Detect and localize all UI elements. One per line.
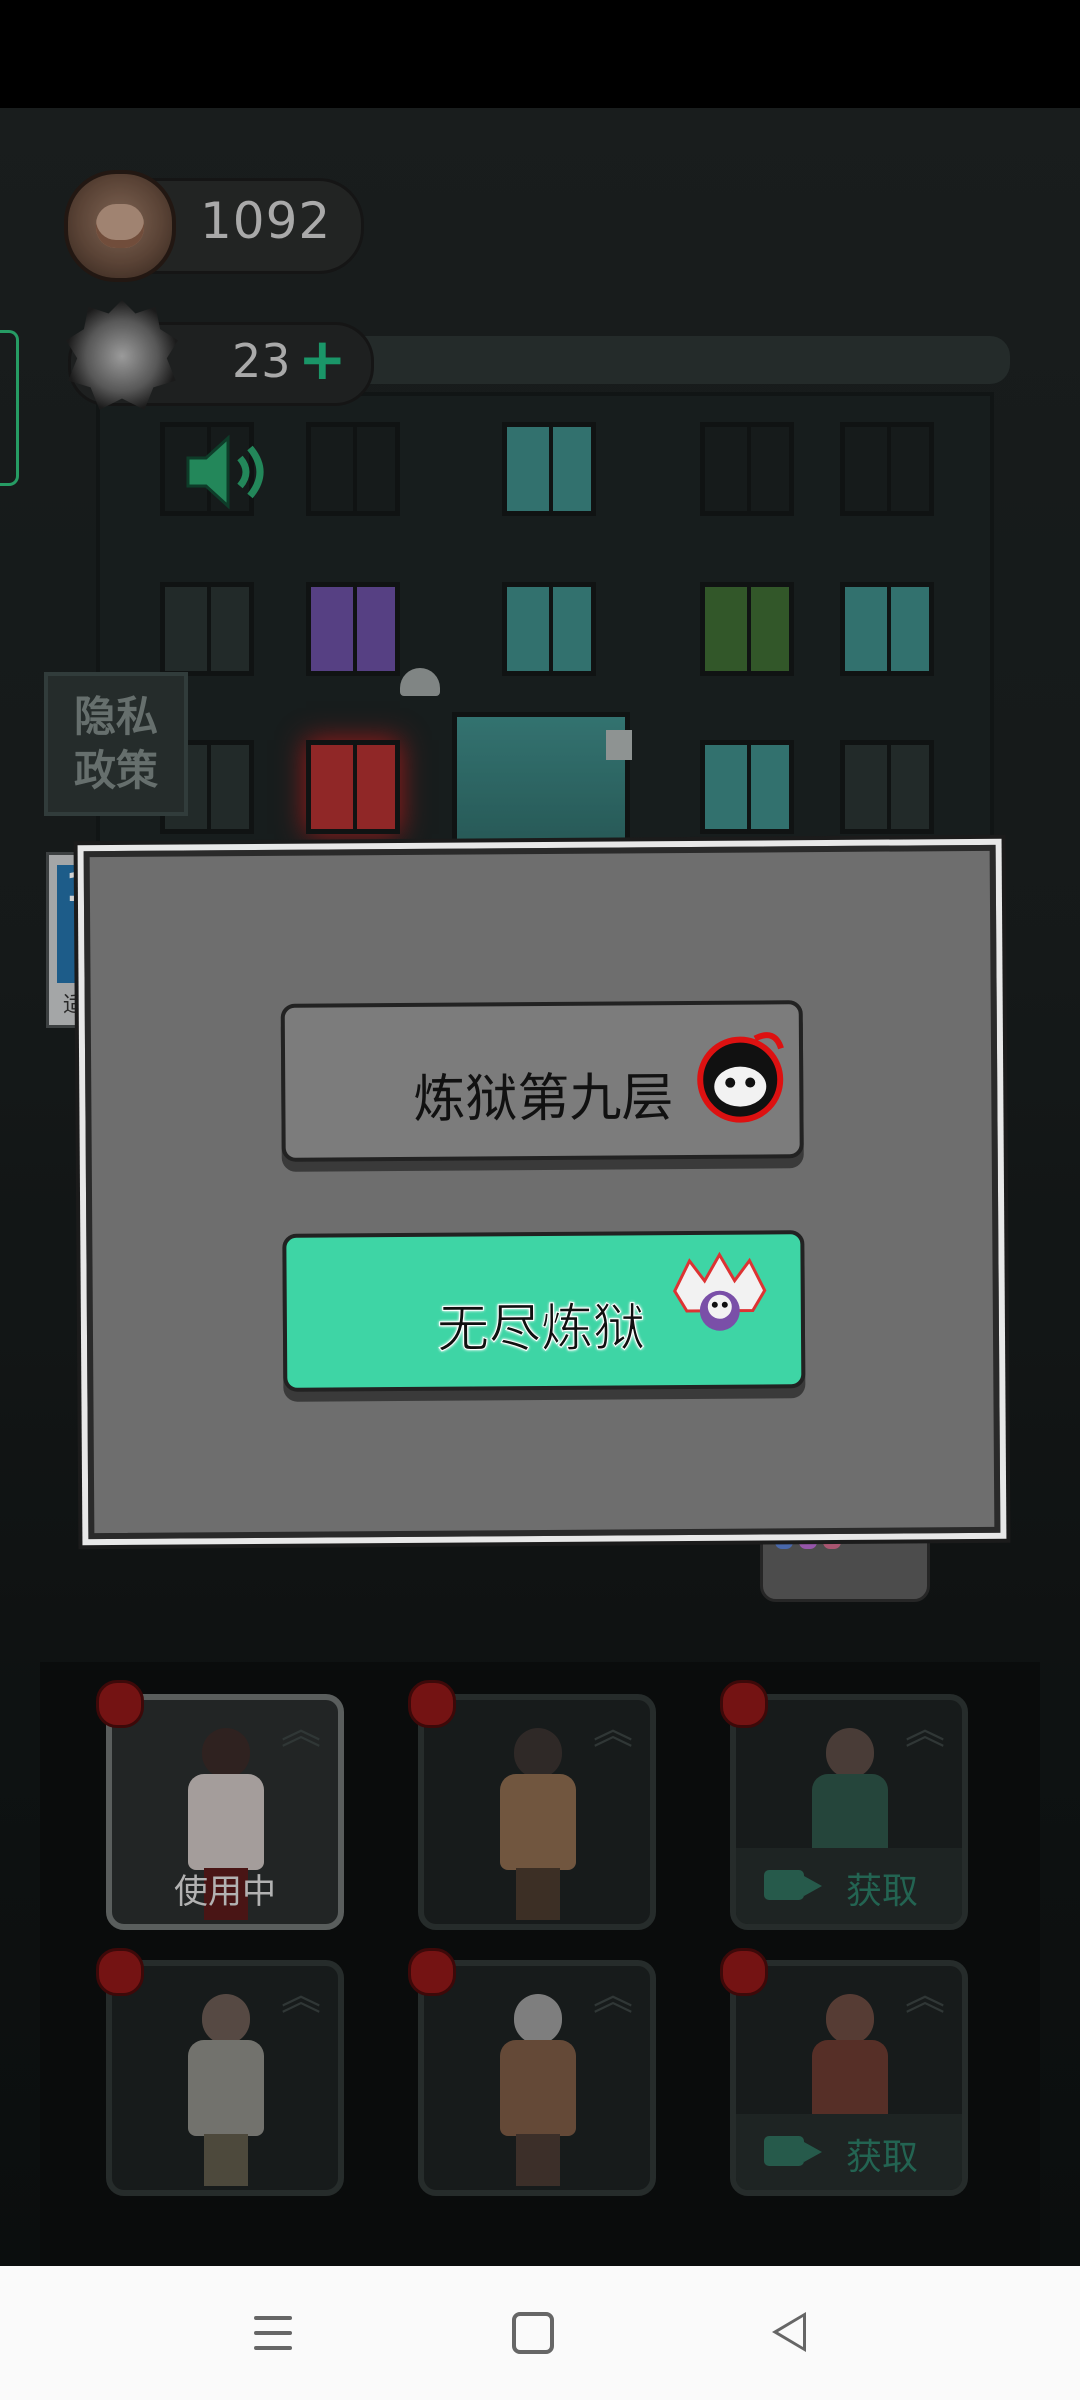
window [840, 740, 934, 834]
coin-value: 1092 [200, 192, 332, 250]
video-camera-icon [764, 2136, 822, 2166]
status-bar [0, 0, 1080, 108]
upgrade-chevron-icon: ︽ [905, 1707, 945, 1753]
upgrade-chevron-icon: ︽ [905, 1973, 945, 2019]
character-avatar [482, 1994, 592, 2190]
notification-dot [96, 1948, 144, 1996]
privacy-policy-label: 隐私 政策 [73, 692, 158, 795]
arcade-machine [760, 1526, 930, 1602]
notification-dot [96, 1680, 144, 1728]
ticket-value: 23 [232, 334, 291, 388]
upgrade-chevron-icon: ︽ [281, 1973, 321, 2019]
notification-dot [408, 1948, 456, 1996]
character-avatar [170, 1994, 280, 2190]
character-card-3[interactable]: ︽ 获取 [730, 1694, 968, 1930]
window [700, 740, 794, 834]
notification-dot [720, 1948, 768, 1996]
window [160, 582, 254, 676]
menu-icon[interactable] [248, 2306, 302, 2360]
character-card-5[interactable]: ︽ [418, 1960, 656, 2196]
window [700, 422, 794, 516]
white-haired-ghost-icon [672, 1251, 767, 1331]
privacy-policy-button[interactable]: 隐私 政策 [44, 672, 188, 816]
character-card-6[interactable]: ︽ 获取 [730, 1960, 968, 2196]
notification-dot [408, 1680, 456, 1728]
speaker-icon[interactable] [184, 432, 274, 512]
mode-select-dialog: 炼狱第九层 无尽炼狱 [83, 844, 1001, 1540]
coin-icon [64, 170, 176, 282]
character-card-2[interactable]: ︽ [418, 1694, 656, 1930]
get-label: 获取 [846, 2137, 919, 2178]
get-button[interactable]: 获取 [736, 2114, 962, 2190]
in-use-label: 使用中 [174, 1872, 276, 1912]
character-card-4[interactable]: ︽ [106, 1960, 344, 2196]
upgrade-chevron-icon: ︽ [281, 1707, 321, 1753]
window [502, 422, 596, 516]
upgrade-chevron-icon: ︽ [593, 1707, 633, 1753]
get-button[interactable]: 获取 [736, 1848, 962, 1924]
side-tab[interactable] [0, 330, 19, 486]
window-ghost-girl [306, 582, 400, 676]
system-navigation-bar [0, 2266, 1080, 2400]
window [840, 422, 934, 516]
character-card-1[interactable]: ︽ 使用中 [106, 1694, 344, 1930]
endless-hell-label: 无尽炼狱 [436, 1298, 646, 1360]
window [502, 582, 596, 676]
back-icon[interactable] [772, 2312, 806, 2352]
age-rating-text: 适 [63, 993, 86, 1018]
home-icon[interactable] [512, 2312, 554, 2354]
endless-hell-button[interactable]: 无尽炼狱 [282, 1230, 806, 1392]
ninth-hell-label: 炼狱第九层 [413, 1068, 674, 1130]
plus-icon[interactable]: + [298, 330, 347, 388]
window-green-monster [700, 582, 794, 676]
window [840, 582, 934, 676]
window-red-ghost [306, 740, 400, 834]
hanging-sign [606, 730, 632, 760]
black-ghost-icon [697, 1032, 784, 1123]
video-camera-icon [764, 1870, 822, 1900]
character-avatar [482, 1728, 592, 1924]
notification-dot [720, 1680, 768, 1728]
upgrade-chevron-icon: ︽ [593, 1973, 633, 2019]
window [306, 422, 400, 516]
ninth-hell-button[interactable]: 炼狱第九层 [280, 1000, 804, 1162]
get-label: 获取 [846, 1871, 919, 1912]
